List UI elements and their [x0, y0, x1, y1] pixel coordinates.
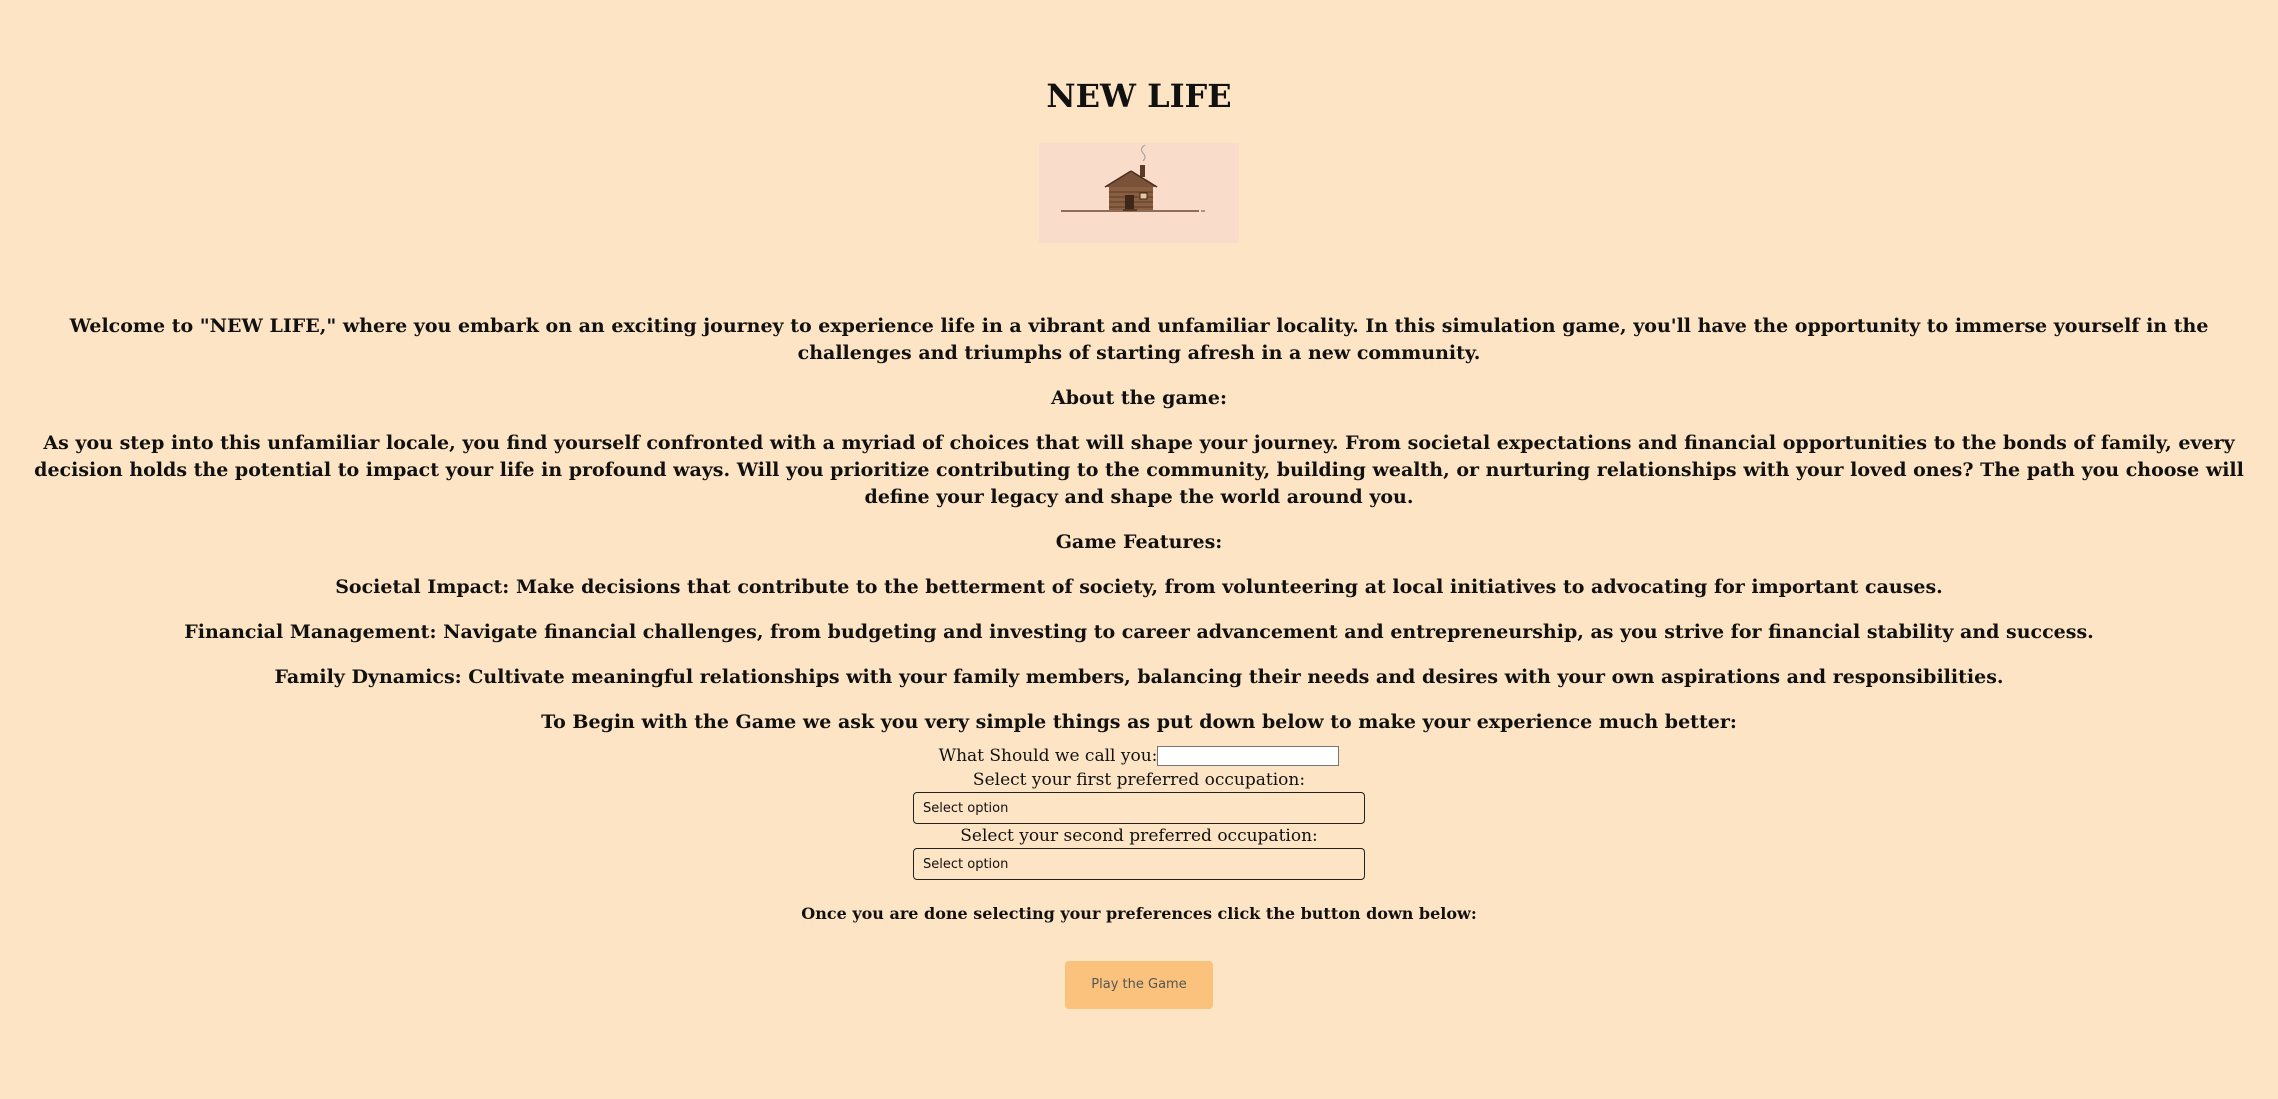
feature-financial: Financial Management: Navigate financial…	[184, 621, 2094, 643]
begin-text: To Begin with the Game we ask you very s…	[541, 711, 1737, 733]
about-text: As you step into this unfamiliar locale,…	[34, 432, 2244, 508]
first-occupation-select[interactable]: Select option	[913, 792, 1365, 824]
play-game-button[interactable]: Play the Game	[1065, 961, 1213, 1009]
instruction-note: Once you are done selecting your prefere…	[801, 904, 1477, 923]
preferences-form: What Should we call you: Select your fir…	[0, 744, 2278, 880]
page-title: NEW LIFE	[1046, 77, 1232, 115]
page: NEW LIFE Welcome to "NEW LIFE," where yo…	[0, 0, 2278, 1009]
feature-societal: Societal Impact: Make decisions that con…	[335, 576, 1943, 598]
second-occupation-label: Select your second preferred occupation:	[960, 826, 1318, 846]
name-input[interactable]	[1157, 746, 1340, 766]
first-occupation-label: Select your first preferred occupation:	[972, 770, 1306, 790]
intro-text: Welcome to "NEW LIFE," where you embark …	[69, 315, 2209, 364]
second-occupation-select[interactable]: Select option	[913, 848, 1365, 880]
logo-image	[1039, 143, 1239, 243]
about-heading: About the game:	[1050, 387, 1227, 409]
log-cabin-icon	[1061, 144, 1205, 212]
name-label: What Should we call you:	[938, 745, 1158, 766]
features-heading: Game Features:	[1055, 531, 1223, 553]
first-occupation-value: Select option	[923, 801, 1009, 816]
second-occupation-value: Select option	[923, 857, 1009, 872]
feature-family: Family Dynamics: Cultivate meaningful re…	[274, 666, 2004, 688]
name-row: What Should we call you:	[0, 744, 2278, 768]
